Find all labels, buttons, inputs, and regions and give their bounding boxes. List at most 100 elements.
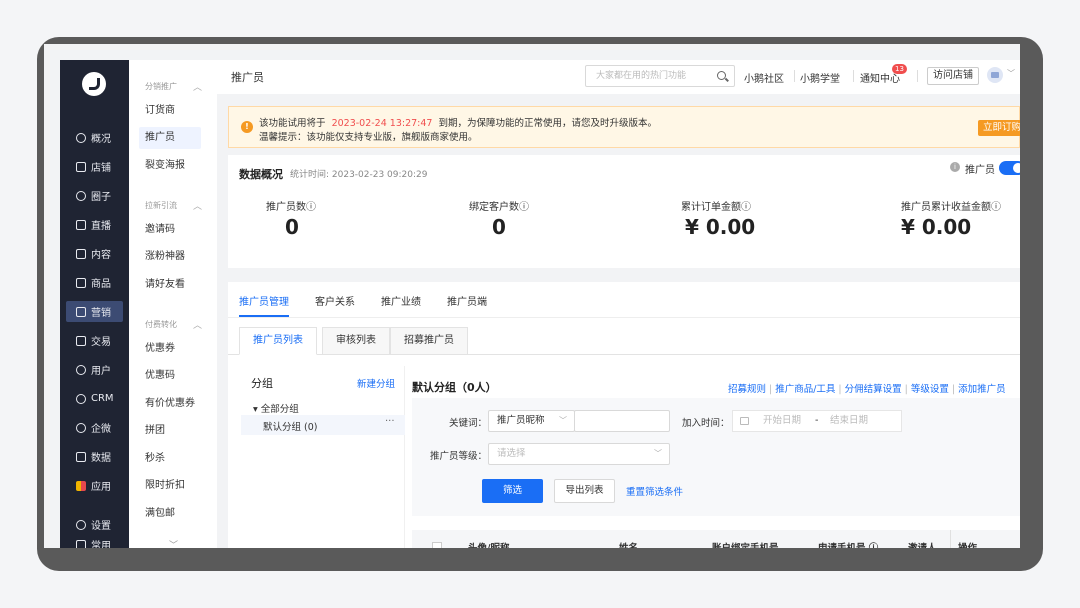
community-link[interactable]: 小鹅社区 — [744, 70, 784, 85]
section-header-paid[interactable]: 付费转化 ︿ — [145, 319, 202, 331]
nav-item-goods[interactable]: 商品 — [66, 272, 123, 293]
app-window: 概况 店铺 圈子 直播 内容 商品 营销 交易 用户 CRM 企微 数据 应用 … — [44, 44, 1020, 548]
table-header: 头像/昵称 姓名 账户绑定手机号 申请手机号 ⓘ 邀请人 操作 — [412, 530, 1020, 548]
stat-value-order-amount: ¥ 0.00 — [685, 215, 756, 239]
main-content: 推广员 大家都在用的热门功能 小鹅社区 小鹅学堂 通知中心 13 访问店铺 ﹀ … — [217, 60, 1020, 548]
add-promoter-link[interactable]: 添加推广员 — [958, 384, 1006, 395]
nav-item-content[interactable]: 内容 — [66, 243, 123, 264]
nav-item-data[interactable]: 数据 — [66, 446, 123, 467]
role-label: 推广员 — [965, 165, 995, 176]
stat-label-promoters: 推广员数ⓘ — [266, 202, 316, 213]
sub-item-paid-coupon[interactable]: 有价优惠券 — [139, 393, 201, 415]
document-icon — [76, 248, 86, 259]
chevron-down-icon[interactable]: ﹀ — [169, 538, 178, 548]
order-now-button[interactable]: 立即订购 — [978, 120, 1020, 136]
nav-item-user[interactable]: 用户 — [66, 359, 123, 380]
stat-label-order-amount: 累计订单金额ⓘ — [681, 202, 751, 213]
section-header-acquisition[interactable]: 拉新引流 ︿ — [145, 200, 202, 212]
overview-title: 数据概况 — [239, 168, 283, 181]
more-icon[interactable]: ··· — [385, 416, 395, 427]
column-inviter[interactable]: 邀请人 — [908, 540, 937, 548]
sub-item-fan-growth[interactable]: 涨粉神器 — [139, 246, 201, 268]
subtab-recruit[interactable]: 招募推广员 — [390, 327, 468, 355]
tab-performance[interactable]: 推广业绩 — [381, 293, 421, 308]
search-icon[interactable] — [717, 71, 726, 80]
chevron-up-icon: ︿ — [193, 83, 203, 93]
nav-item-settings[interactable]: 设置 — [66, 514, 123, 535]
column-actions[interactable]: 操作 — [958, 540, 977, 548]
keyword-input[interactable] — [574, 410, 670, 432]
chevron-up-icon: ︿ — [193, 202, 203, 212]
group-list-title: 默认分组（0人） — [412, 381, 497, 394]
select-all-checkbox[interactable] — [432, 542, 442, 548]
nav-item-frequent[interactable]: 常用 — [66, 534, 123, 548]
info-icon[interactable]: i — [950, 162, 960, 172]
notice-line-1: 该功能试用将于 2023-02-24 13:27:47 到期，为保障功能的正常使… — [259, 118, 658, 129]
nav-item-wecom[interactable]: 企微 — [66, 417, 123, 438]
nav-item-circle[interactable]: 圈子 — [66, 185, 123, 206]
group-title: 分组 — [251, 377, 273, 390]
divider — [950, 530, 951, 548]
sub-item-group-buy[interactable]: 拼团 — [139, 420, 201, 442]
nav-item-marketing[interactable]: 营销 — [66, 301, 123, 322]
recruit-rules-link[interactable]: 招募规则 — [728, 384, 766, 395]
level-settings-link[interactable]: 等级设置 — [911, 384, 949, 395]
subtab-promoter-list[interactable]: 推广员列表 — [239, 327, 317, 355]
commission-settings-link[interactable]: 分佣结算设置 — [845, 384, 902, 395]
tab-customer-relations[interactable]: 客户关系 — [315, 293, 355, 308]
join-time-label: 加入时间： — [682, 418, 730, 429]
divider — [228, 317, 1020, 318]
nav-item-apps[interactable]: 应用 — [66, 475, 123, 496]
user-icon — [76, 364, 86, 375]
export-button[interactable]: 导出列表 — [554, 479, 615, 503]
keyword-label: 关键词： — [449, 418, 488, 429]
group-tree-all[interactable]: ▾ 全部分组 — [253, 401, 299, 415]
nav-item-trade[interactable]: 交易 — [66, 330, 123, 351]
sub-item-friend-watch[interactable]: 请好友看 — [139, 274, 201, 296]
sub-item-invite-code[interactable]: 邀请码 — [139, 219, 201, 241]
level-select[interactable]: 请选择 ﹀ — [488, 443, 670, 465]
sub-item-free-shipping[interactable]: 满包邮 — [139, 503, 201, 525]
stat-label-customers: 绑定客户数ⓘ — [469, 202, 529, 213]
live-icon — [76, 219, 86, 230]
group-item-default[interactable]: 默认分组 (0) ··· — [241, 415, 405, 435]
new-group-button[interactable]: 新建分组 — [357, 376, 395, 390]
sub-item-time-discount[interactable]: 限时折扣 — [139, 475, 201, 497]
column-avatar-nickname[interactable]: 头像/昵称 — [468, 540, 509, 548]
search-input[interactable]: 大家都在用的热门功能 — [585, 65, 735, 87]
stat-value-promoters: 0 — [285, 215, 299, 239]
filter-form: 关键词： 推广员昵称 ﹀ 加入时间： 开始日期 - 结束日期 推广员等级： 请选择… — [412, 398, 1020, 516]
promo-goods-link[interactable]: 推广商品/工具 — [775, 384, 835, 395]
nav-item-crm[interactable]: CRM — [66, 388, 123, 409]
column-apply-phone[interactable]: 申请手机号 ⓘ — [818, 540, 878, 548]
keyword-type-select[interactable]: 推广员昵称 ﹀ — [488, 410, 575, 432]
chevron-down-icon[interactable]: ﹀ — [1007, 68, 1015, 79]
sub-item-poster[interactable]: 裂变海报 — [139, 155, 201, 177]
primary-nav: 概况 店铺 圈子 直播 内容 商品 营销 交易 用户 CRM 企微 数据 应用 … — [60, 60, 129, 548]
sub-item-flash-sale[interactable]: 秒杀 — [139, 448, 201, 470]
column-name[interactable]: 姓名 — [619, 540, 638, 548]
promoter-toggle[interactable] — [999, 161, 1020, 175]
nav-item-live[interactable]: 直播 — [66, 214, 123, 235]
sub-item-distributor[interactable]: 订货商 — [139, 100, 201, 122]
visit-store-button[interactable]: 访问店铺 — [927, 67, 979, 85]
sub-item-coupon[interactable]: 优惠券 — [139, 338, 201, 360]
sub-item-coupon-code[interactable]: 优惠码 — [139, 365, 201, 387]
nav-item-store[interactable]: 店铺 — [66, 156, 123, 177]
tab-promoter-management[interactable]: 推广员管理 — [239, 293, 289, 308]
trial-notice: ! 该功能试用将于 2023-02-24 13:27:47 到期，为保障功能的正… — [228, 106, 1020, 148]
academy-link[interactable]: 小鹅学堂 — [800, 70, 840, 85]
filter-button[interactable]: 筛选 — [482, 479, 543, 503]
reset-filter-button[interactable]: 重置筛选条件 — [626, 484, 683, 498]
avatar[interactable] — [987, 67, 1003, 83]
sub-item-promoter[interactable]: 推广员 — [139, 127, 201, 149]
box-icon — [76, 277, 86, 288]
stat-value-earnings: ¥ 0.00 — [901, 215, 972, 239]
secondary-nav: 分销推广 ︿ 订货商 推广员 裂变海报 拉新引流 ︿ 邀请码 涨粉神器 请好友看 付… — [129, 60, 217, 548]
join-date-range[interactable]: 开始日期 - 结束日期 — [732, 410, 902, 432]
subtab-review-list[interactable]: 审核列表 — [322, 327, 390, 355]
column-bound-phone[interactable]: 账户绑定手机号 — [712, 540, 779, 548]
section-header-distribution[interactable]: 分销推广 ︿ — [145, 81, 202, 93]
nav-item-overview[interactable]: 概况 — [66, 127, 123, 148]
tab-promoter-client[interactable]: 推广员端 — [447, 293, 487, 308]
